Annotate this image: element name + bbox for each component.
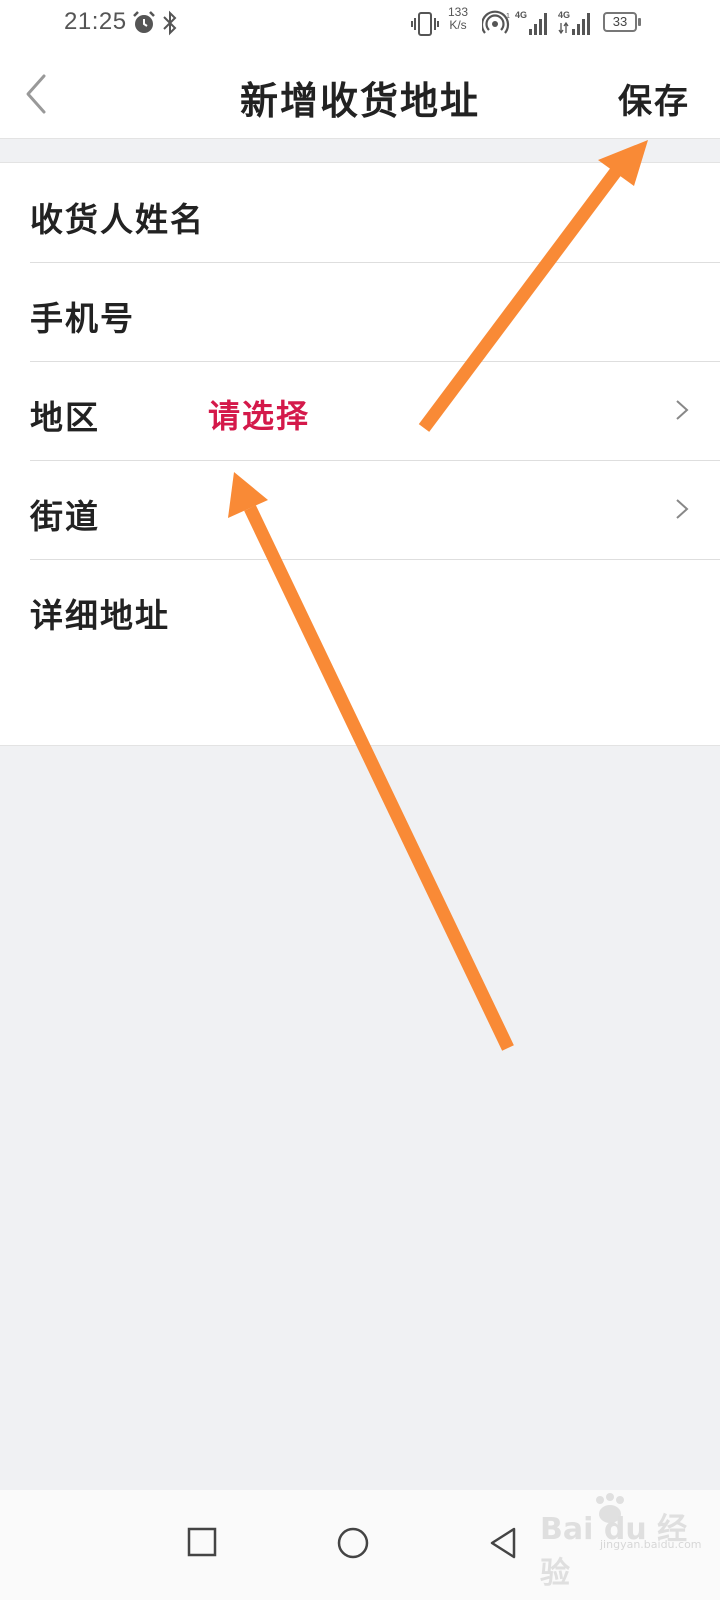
page-title: 新增收货地址 [239,78,480,123]
form-row-phone[interactable]: 手机号 [30,262,720,362]
vibrate-icon [411,12,439,36]
detail-address-label: 详细地址 [30,596,170,635]
address-form: 收货人姓名 手机号 地区 请选择 街道 详细地址 [0,162,720,746]
watermark-logo: Bai du 经验 jingyan.baidu.com [540,1493,710,1591]
form-row-recipient-name[interactable]: 收货人姓名 [30,163,720,263]
svg-text:4G: 4G [558,10,570,20]
street-label: 街道 [30,497,100,536]
hotspot-icon: 1 [482,10,510,34]
svg-text:4G: 4G [515,10,527,20]
signal-icon: 4G [558,10,590,35]
watermark-url: jingyan.baidu.com [600,1538,702,1551]
battery-tip [638,18,641,26]
region-select-value[interactable]: 请选择 [208,391,310,437]
nav-bar: 新增收货地址 保存 [0,48,720,139]
save-button[interactable]: 保存 [618,74,690,123]
battery-icon: 33 [603,12,643,34]
recipient-name-label: 收货人姓名 [30,200,205,239]
detail-address-input[interactable] [208,581,660,637]
chevron-right-icon [676,499,689,519]
form-row-detail-address[interactable]: 详细地址 [30,559,720,745]
recipient-name-input[interactable] [208,185,660,241]
home-button[interactable] [336,1526,370,1560]
bluetooth-icon [163,10,177,36]
region-label: 地区 [30,398,100,437]
battery-level: 33 [603,12,637,32]
back-nav-button[interactable] [486,1526,520,1560]
alarm-icon [133,11,155,33]
phone-input[interactable] [208,284,660,340]
chevron-right-icon [676,400,689,420]
signal-icon: 4G [515,10,547,35]
svg-text:1: 1 [506,13,510,20]
form-row-street[interactable]: 街道 [30,460,720,560]
form-row-region[interactable]: 地区 请选择 [30,361,720,461]
network-speed: 133 K/s [448,6,468,32]
network-speed-unit: K/s [449,18,467,32]
phone-label: 手机号 [30,299,135,338]
recent-apps-button[interactable] [186,1526,218,1558]
status-time: 21:25 [64,8,127,35]
status-bar: 21:25 133 K/s 1 4G 4G 33 [0,0,720,48]
